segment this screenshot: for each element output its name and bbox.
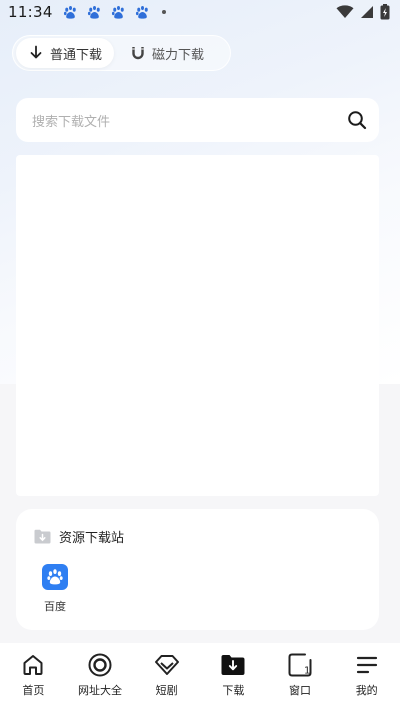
- download-arrow-icon: [30, 45, 42, 59]
- baidu-paw-icon: [135, 5, 148, 19]
- nav-item-short-drama[interactable]: 短剧: [133, 643, 200, 701]
- magnet-icon: [132, 47, 144, 60]
- nav-item-window[interactable]: 1 窗口: [267, 643, 334, 701]
- notification-icons: [63, 5, 150, 20]
- signal-icon: [361, 6, 373, 18]
- nav-label: 窗口: [289, 684, 312, 697]
- target-icon: [87, 652, 113, 678]
- notification-dot: [161, 10, 166, 14]
- site-shortcut-baidu[interactable]: 百度: [38, 564, 72, 614]
- battery-icon: [380, 4, 390, 20]
- resource-section-title: 资源下载站: [59, 531, 125, 546]
- nav-label: 下载: [222, 684, 245, 697]
- nav-item-home[interactable]: 首页: [0, 643, 67, 701]
- system-indicators: [336, 4, 390, 20]
- tab-label: 磁力下载: [152, 47, 205, 63]
- nav-item-download[interactable]: 下载: [200, 643, 267, 701]
- folder-download-icon: [34, 529, 51, 544]
- search-input[interactable]: 搜索下载文件: [32, 111, 347, 130]
- bottom-navigation: 首页 网址大全 短剧 下载 1 窗口 我的: [0, 643, 400, 701]
- baidu-icon: [42, 564, 68, 590]
- tab-normal-download[interactable]: 普通下载: [16, 38, 115, 68]
- site-label: 百度: [44, 600, 66, 613]
- nav-item-me[interactable]: 我的: [333, 643, 400, 701]
- resource-section-header: 资源下载站: [34, 527, 124, 546]
- window-icon: 1: [287, 652, 313, 678]
- nav-label: 我的: [355, 684, 378, 697]
- download-list-area: [16, 155, 379, 496]
- baidu-paw-icon: [111, 5, 124, 19]
- search-icon[interactable]: [347, 110, 367, 130]
- search-bar[interactable]: 搜索下载文件: [16, 98, 379, 142]
- wifi-icon: [336, 5, 354, 18]
- nav-label: 首页: [22, 684, 45, 697]
- gem-icon: [154, 652, 180, 678]
- home-icon: [20, 652, 46, 678]
- download-folder-icon: [220, 652, 246, 678]
- baidu-paw-icon: [87, 5, 100, 19]
- status-bar: 11:34: [0, 0, 400, 24]
- nav-label: 短剧: [155, 684, 178, 697]
- nav-item-sites[interactable]: 网址大全: [67, 643, 134, 701]
- nav-label: 网址大全: [78, 684, 122, 697]
- tab-magnet-download[interactable]: 磁力下载: [118, 38, 216, 68]
- window-count-badge: 1: [304, 666, 310, 677]
- resource-sites-card: 资源下载站 百度: [16, 509, 379, 630]
- tab-label: 普通下载: [50, 47, 103, 63]
- baidu-paw-icon: [63, 5, 76, 19]
- status-time: 11:34: [8, 3, 53, 21]
- download-mode-tabs: 普通下载 磁力下载: [12, 35, 231, 71]
- menu-icon: [354, 652, 380, 678]
